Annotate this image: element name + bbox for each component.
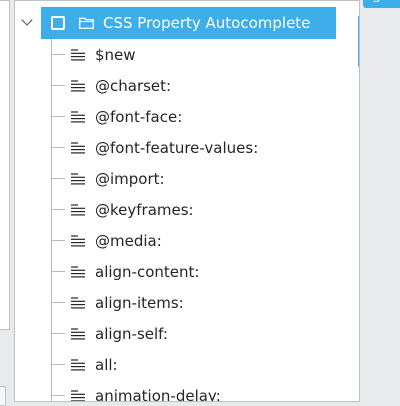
- tree-item-label: $new: [95, 45, 136, 64]
- tree-connector-line: [51, 302, 65, 303]
- tree-root-row[interactable]: CSS Property Autocomplete: [41, 7, 336, 39]
- chevron-down-icon[interactable]: [21, 14, 33, 26]
- text-document-icon: [71, 172, 85, 185]
- tree-connector-line: [51, 85, 65, 86]
- tree-item[interactable]: align-self:: [51, 318, 341, 349]
- tree-connector-line: [51, 271, 65, 272]
- tree-item-label: align-content:: [95, 262, 200, 281]
- tree-item[interactable]: @charset:: [51, 70, 341, 101]
- tree-item[interactable]: align-content:: [51, 256, 341, 287]
- left-panel-edge: [0, 0, 10, 330]
- tree-item-label: @import:: [95, 169, 165, 188]
- tree-item-label: @font-face:: [95, 107, 183, 126]
- text-document-icon: [71, 141, 85, 154]
- text-document-icon: [71, 48, 85, 61]
- tree-item-label: @keyframes:: [95, 200, 194, 219]
- folder-icon: [79, 17, 94, 29]
- tree-connector-line: [51, 116, 65, 117]
- snippet-tree[interactable]: CSS Property Autocomplete $new @charset: @…: [14, 0, 360, 402]
- tree-connector-line: [51, 147, 65, 148]
- text-document-icon: [71, 79, 85, 92]
- tree-connector-line: [51, 333, 65, 334]
- tree-connector-line: [51, 395, 65, 396]
- text-document-icon: [71, 203, 85, 216]
- tree-item[interactable]: @font-face:: [51, 101, 341, 132]
- tree-item-label: @font-feature-values:: [95, 138, 259, 157]
- text-document-icon: [71, 296, 85, 309]
- tree-root-label: CSS Property Autocomplete: [103, 14, 311, 32]
- tree-item-label: align-self:: [95, 324, 168, 343]
- tree-item[interactable]: @keyframes:: [51, 194, 341, 225]
- tree-connector-line: [51, 209, 65, 210]
- tree-item[interactable]: @import:: [51, 163, 341, 194]
- tree-item[interactable]: animation-delay:: [51, 380, 341, 401]
- tree-item[interactable]: @media:: [51, 225, 341, 256]
- text-document-icon: [71, 234, 85, 247]
- text-document-icon: [71, 327, 85, 340]
- tree-item-label: all:: [95, 355, 118, 374]
- tree-item-label: @charset:: [95, 76, 172, 95]
- tree-item-label: align-items:: [95, 293, 184, 312]
- tree-connector-line: [51, 240, 65, 241]
- text-document-icon: [71, 110, 85, 123]
- tree-item[interactable]: all:: [51, 349, 341, 380]
- text-document-icon: [71, 358, 85, 371]
- left-button-stub[interactable]: [0, 386, 6, 406]
- tree-item[interactable]: @font-feature-values:: [51, 132, 341, 163]
- tree-item[interactable]: align-items:: [51, 287, 341, 318]
- tree-connector-line: [51, 364, 65, 365]
- tree-connector-line: [51, 178, 65, 179]
- tree-connector-line: [51, 54, 65, 55]
- text-document-icon: [71, 265, 85, 278]
- tree-item[interactable]: $new: [51, 39, 341, 70]
- root-checkbox[interactable]: [51, 16, 65, 30]
- tree-item-label: @media:: [95, 231, 162, 250]
- top-right-button[interactable]: S: [363, 0, 400, 8]
- scrollbar-thumb[interactable]: [358, 15, 359, 68]
